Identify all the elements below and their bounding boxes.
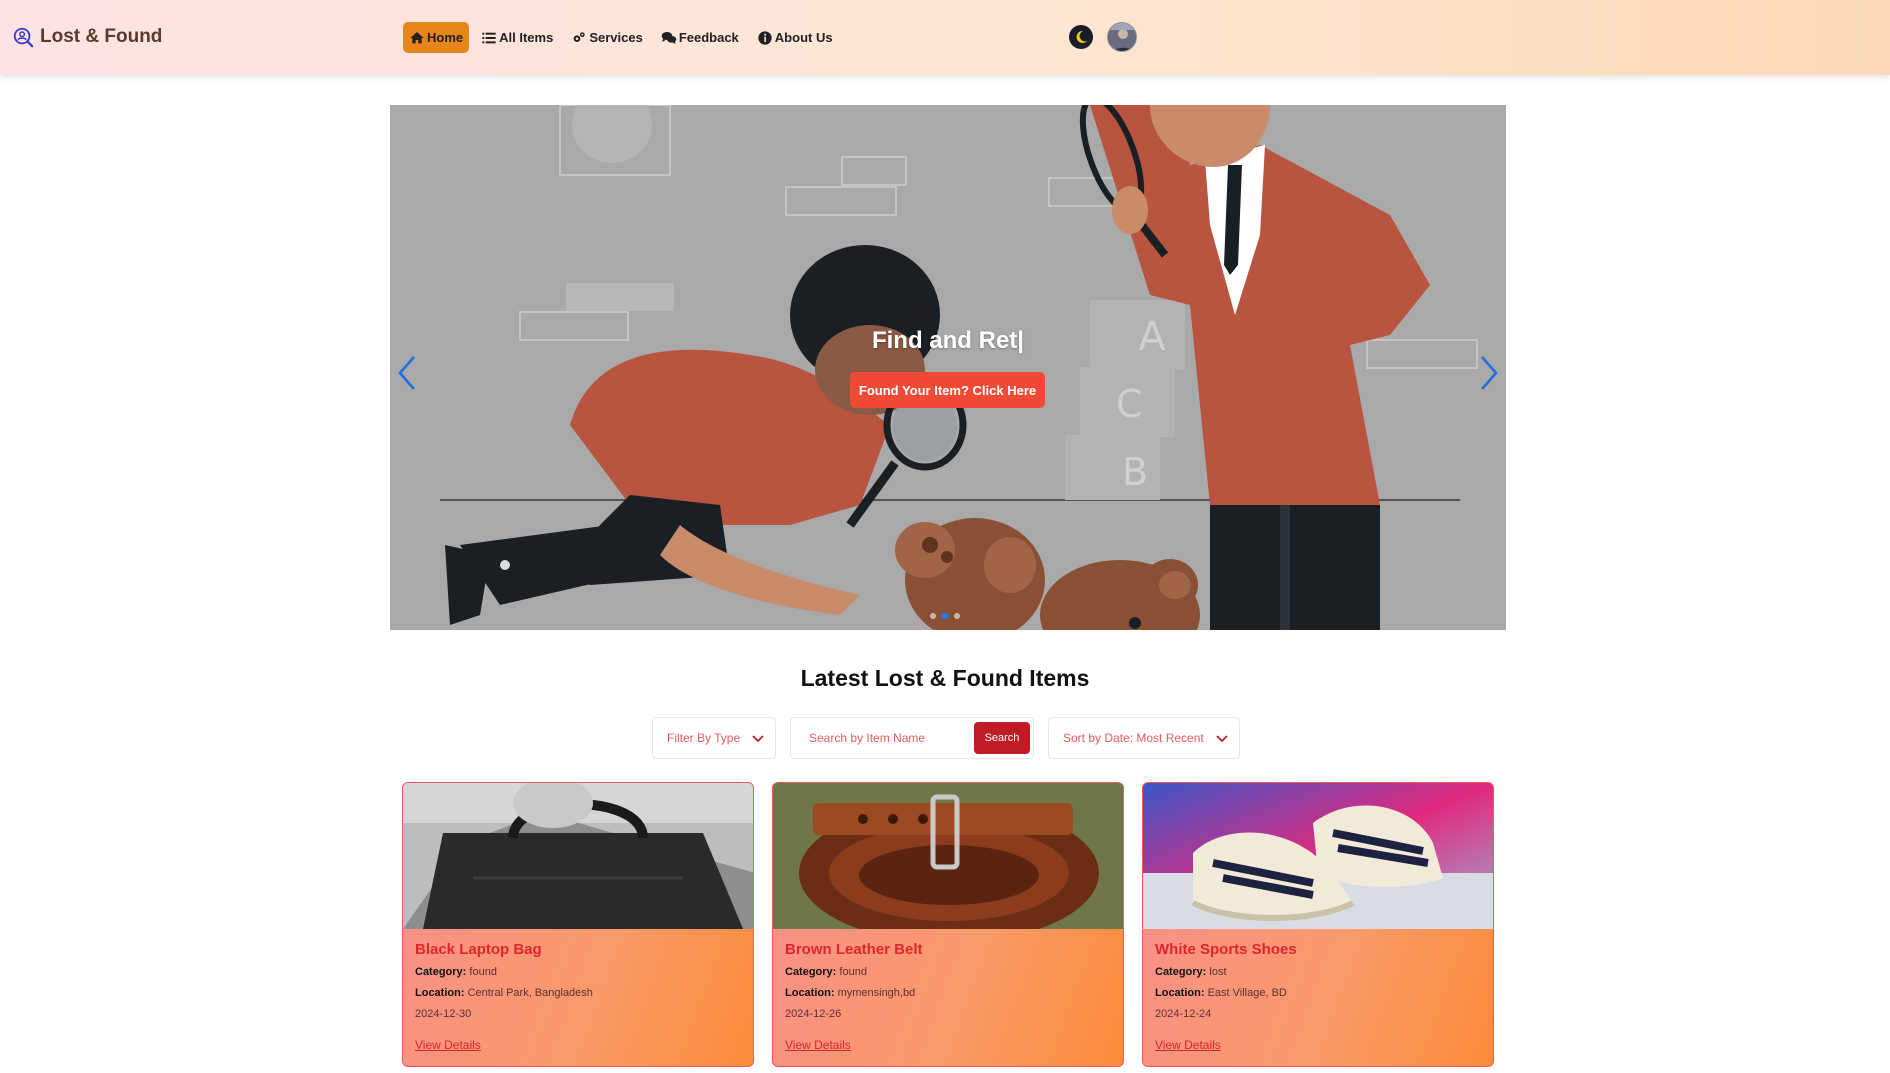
home-icon xyxy=(410,31,424,43)
nav-about-label: About Us xyxy=(774,30,833,45)
carousel-dot[interactable] xyxy=(954,613,960,619)
item-title: Brown Leather Belt xyxy=(785,941,923,958)
nav-all-items[interactable]: All Items xyxy=(475,22,559,53)
found-item-cta-button[interactable]: Found Your Item? Click Here xyxy=(850,372,1045,408)
carousel-dot-active[interactable] xyxy=(941,613,949,619)
view-details-link[interactable]: View Details xyxy=(1155,1038,1481,1052)
navbar: Lost & Found Home All Items Services Fee… xyxy=(0,0,1890,75)
nav-feedback[interactable]: Feedback xyxy=(655,22,745,53)
item-category: Category: found xyxy=(785,966,1111,978)
gears-icon xyxy=(573,31,585,42)
theme-toggle-button[interactable] xyxy=(1069,25,1093,49)
item-category: Category: found xyxy=(415,966,741,978)
category-value: found xyxy=(839,966,867,978)
svg-text:C: C xyxy=(1116,382,1143,426)
brand-name: Lost & Found xyxy=(40,26,163,47)
item-location: Location: East Village, BD xyxy=(1155,987,1481,999)
category-label: Category: xyxy=(785,966,837,978)
category-label: Category: xyxy=(1155,966,1207,978)
carousel-dot[interactable] xyxy=(930,613,936,619)
filter-type-label: Filter By Type xyxy=(667,731,741,745)
chevron-right-icon xyxy=(1481,356,1498,390)
search-input[interactable] xyxy=(801,731,970,745)
main-nav: Home All Items Services Feedback About U… xyxy=(403,22,845,53)
nav-services-label: Services xyxy=(589,30,643,45)
nav-about[interactable]: About Us xyxy=(751,22,839,53)
brand[interactable]: Lost & Found xyxy=(12,26,162,48)
filters-bar: Filter By Type Search Sort by Date: Most… xyxy=(652,717,1240,759)
item-image-sports-shoes xyxy=(1143,783,1493,929)
category-value: found xyxy=(469,966,497,978)
nav-services[interactable]: Services xyxy=(565,22,649,53)
location-value: East Village, BD xyxy=(1207,987,1287,999)
location-value: mymensingh,bd xyxy=(837,987,916,999)
view-details-link[interactable]: View Details xyxy=(785,1038,1111,1052)
hero-carousel: A C B Find and Ret| Found Your Item? Cli… xyxy=(390,105,1506,630)
item-card: White Sports Shoes Category: lost Locati… xyxy=(1142,782,1494,1067)
item-location: Location: mymensingh,bd xyxy=(785,987,1111,999)
item-image-laptop-bag xyxy=(403,783,753,929)
chevron-down-icon xyxy=(1216,735,1228,743)
location-label: Location: xyxy=(785,987,835,999)
chevron-down-icon xyxy=(752,735,764,743)
item-title: Black Laptop Bag xyxy=(415,941,542,958)
item-category: Category: lost xyxy=(1155,966,1481,978)
search-box: Search xyxy=(790,717,1034,759)
sort-select[interactable]: Sort by Date: Most Recent xyxy=(1048,717,1240,759)
item-date: 2024-12-24 xyxy=(1155,1008,1212,1020)
nav-feedback-label: Feedback xyxy=(678,30,739,45)
svg-text:B: B xyxy=(1122,450,1148,494)
item-title: White Sports Shoes xyxy=(1155,941,1297,958)
list-icon xyxy=(482,32,496,43)
item-card: Black Laptop Bag Category: found Locatio… xyxy=(402,782,754,1067)
carousel-pagination xyxy=(930,613,960,619)
view-details-link[interactable]: View Details xyxy=(415,1038,741,1052)
filter-type-select[interactable]: Filter By Type xyxy=(652,717,776,759)
category-value: lost xyxy=(1209,966,1227,978)
user-avatar[interactable] xyxy=(1107,22,1137,52)
nav-home[interactable]: Home xyxy=(403,22,470,53)
chevron-left-icon xyxy=(398,356,415,390)
carousel-prev-button[interactable] xyxy=(392,350,422,396)
hero-title: Find and Ret| xyxy=(871,327,1025,354)
location-value: Central Park, Bangladesh xyxy=(467,987,593,999)
search-button[interactable]: Search xyxy=(974,722,1030,754)
comments-icon xyxy=(661,31,677,44)
item-image-leather-belt xyxy=(773,783,1123,929)
location-label: Location: xyxy=(1155,987,1205,999)
nav-all-items-label: All Items xyxy=(499,30,554,45)
nav-home-label: Home xyxy=(427,30,464,45)
item-date: 2024-12-26 xyxy=(785,1008,842,1020)
search-logo-icon xyxy=(13,27,34,48)
avatar-image xyxy=(1108,23,1136,51)
section-title: Latest Lost & Found Items xyxy=(800,665,1090,691)
carousel-next-button[interactable] xyxy=(1474,350,1504,396)
hero-illustration: A C B xyxy=(390,105,1506,630)
location-label: Location: xyxy=(415,987,465,999)
item-card: Brown Leather Belt Category: found Locat… xyxy=(772,782,1124,1067)
item-location: Location: Central Park, Bangladesh xyxy=(415,987,741,999)
category-label: Category: xyxy=(415,966,467,978)
moon-icon xyxy=(1076,30,1087,43)
items-grid: Black Laptop Bag Category: found Locatio… xyxy=(402,782,1494,1067)
sort-label: Sort by Date: Most Recent xyxy=(1063,731,1204,745)
info-icon xyxy=(758,30,772,45)
item-date: 2024-12-30 xyxy=(415,1008,472,1020)
